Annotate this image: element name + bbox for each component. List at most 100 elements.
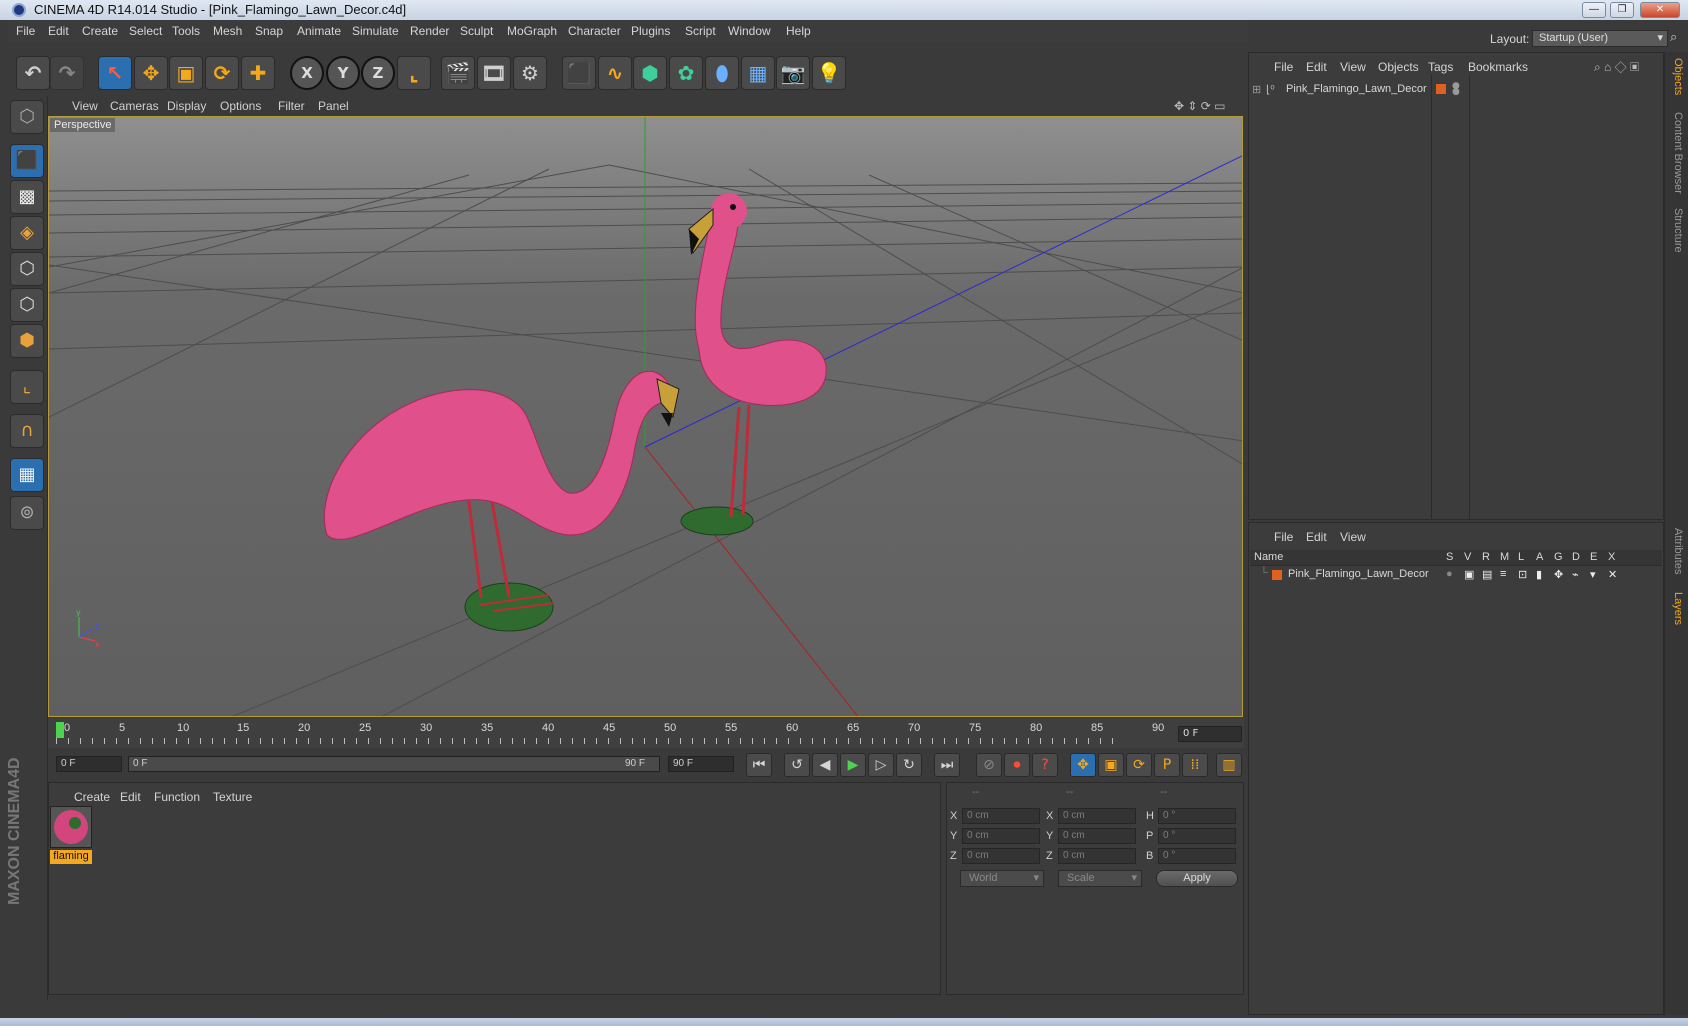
apply-button[interactable]: Apply [1156, 870, 1238, 887]
layout-dropdown[interactable]: Startup (User) ▾ [1532, 30, 1668, 47]
object-menu-tags[interactable]: Tags [1428, 60, 1453, 74]
live-selection-icon[interactable]: ↖ [98, 56, 132, 90]
keyframe-selection-icon[interactable]: ? [1032, 753, 1058, 777]
column-view[interactable]: V [1464, 551, 1471, 563]
make-editable-icon[interactable]: ⬡ [10, 100, 44, 134]
rotate-tool-icon[interactable]: ⟳ [205, 56, 239, 90]
x-axis-lock-icon[interactable]: X [290, 56, 324, 90]
menu-simulate[interactable]: Simulate [352, 24, 399, 38]
render-view-icon[interactable]: 🎬 [441, 56, 475, 90]
column-locked[interactable]: L [1518, 551, 1524, 563]
menu-mesh[interactable]: Mesh [213, 24, 242, 38]
object-menu-objects[interactable]: Objects [1378, 60, 1419, 74]
undo-icon[interactable]: ↶ [16, 56, 50, 90]
redo-icon[interactable]: ↷ [50, 56, 84, 90]
column-xref[interactable]: X [1608, 551, 1615, 563]
position-x-field[interactable]: 0 cm [962, 808, 1040, 824]
object-menu-bookmarks[interactable]: Bookmarks [1468, 60, 1528, 74]
size-x-field[interactable]: 0 cm [1058, 808, 1136, 824]
texture-mode-icon[interactable]: ▩ [10, 180, 44, 214]
subdivision-surface-icon[interactable]: ⬢ [633, 56, 667, 90]
column-render[interactable]: R [1482, 551, 1490, 563]
menu-plugins[interactable]: Plugins [631, 24, 670, 38]
menu-sculpt[interactable]: Sculpt [460, 24, 493, 38]
deformer-toggle-icon[interactable]: ⌁ [1572, 568, 1579, 581]
go-to-start-icon[interactable]: ⏮ [746, 753, 772, 777]
playhead[interactable] [56, 722, 64, 738]
material-menu-function[interactable]: Function [154, 790, 200, 804]
material-menu-edit[interactable]: Edit [120, 790, 141, 804]
viewport-menu-view[interactable]: View [72, 99, 98, 113]
search-icon[interactable]: ⌕ [1670, 30, 1677, 45]
floor-object-icon[interactable]: ▦ [741, 56, 775, 90]
viewport-menu-filter[interactable]: Filter [278, 99, 305, 113]
side-tab-objects[interactable]: Objects [1672, 58, 1684, 95]
array-generator-icon[interactable]: ✿ [669, 56, 703, 90]
polygons-mode-icon[interactable]: ⬢ [10, 324, 44, 358]
menu-edit[interactable]: Edit [48, 24, 69, 38]
menu-mograph[interactable]: MoGraph [507, 24, 557, 38]
restore-button[interactable]: ❐ [1610, 2, 1634, 18]
layer-menu-edit[interactable]: Edit [1306, 530, 1327, 544]
next-frame-icon[interactable]: ▷ [868, 753, 894, 777]
side-tab-structure[interactable]: Structure [1672, 208, 1684, 253]
layer-color-swatch[interactable] [1272, 570, 1282, 580]
menu-select[interactable]: Select [129, 24, 162, 38]
object-row[interactable]: ⊞ ⌊⁰ Pink_Flamingo_Lawn_Decor [1252, 82, 1428, 98]
menu-character[interactable]: Character [568, 24, 621, 38]
menu-file[interactable]: File [16, 24, 35, 38]
minimize-button[interactable]: — [1582, 2, 1606, 18]
material-name[interactable]: flaming [50, 850, 92, 864]
size-z-field[interactable]: 0 cm [1058, 848, 1136, 864]
menu-window[interactable]: Window [728, 24, 771, 38]
object-menu-file[interactable]: File [1274, 60, 1293, 74]
menu-tools[interactable]: Tools [172, 24, 200, 38]
model-mode-icon[interactable]: ⬛ [10, 144, 44, 178]
axis-mode-icon[interactable]: ⌞ [10, 370, 44, 404]
record-parameter-icon[interactable]: P [1154, 753, 1180, 777]
render-settings-icon[interactable]: ⚙ [513, 56, 547, 90]
menu-animate[interactable]: Animate [297, 24, 341, 38]
workplane-lock-icon[interactable]: ▦ [10, 458, 44, 492]
next-key-icon[interactable]: ↻ [896, 753, 922, 777]
light-object-icon[interactable]: 💡 [812, 56, 846, 90]
move-tool-icon[interactable]: ✥ [134, 56, 168, 90]
column-name[interactable]: Name [1254, 551, 1283, 563]
timeline-window-icon[interactable]: ▥ [1216, 753, 1242, 777]
render-picture-viewer-icon[interactable]: 🎞 [477, 56, 511, 90]
scale-tool-icon[interactable]: ▣ [169, 56, 203, 90]
edges-mode-icon[interactable]: ⬡ [10, 288, 44, 322]
column-solo[interactable]: S [1446, 551, 1453, 563]
record-point-level-icon[interactable]: ⁞⁞ [1182, 753, 1208, 777]
coordinate-system-icon[interactable]: ⌞ [397, 56, 431, 90]
position-y-field[interactable]: 0 cm [962, 828, 1040, 844]
menu-create[interactable]: Create [82, 24, 118, 38]
size-mode-dropdown[interactable]: Scale ▾ [1058, 870, 1142, 887]
record-position-icon[interactable]: ✥ [1070, 753, 1096, 777]
layer-menu-file[interactable]: File [1274, 530, 1293, 544]
camera-object-icon[interactable]: 📷 [776, 56, 810, 90]
record-rotation-icon[interactable]: ⟳ [1126, 753, 1152, 777]
viewport-menu-cameras[interactable]: Cameras [110, 99, 159, 113]
column-expressions[interactable]: E [1590, 551, 1597, 563]
lock-toggle-icon[interactable]: ⊡ [1518, 568, 1527, 581]
perspective-viewport[interactable]: y z x [48, 116, 1243, 717]
generator-toggle-icon[interactable]: ✥ [1554, 568, 1563, 581]
material-menu-create[interactable]: Create [74, 790, 110, 804]
material-menu-texture[interactable]: Texture [213, 790, 252, 804]
record-scale-icon[interactable]: ▣ [1098, 753, 1124, 777]
deformer-icon[interactable]: ⬮ [705, 56, 739, 90]
y-axis-lock-icon[interactable]: Y [326, 56, 360, 90]
workplane-mode-icon[interactable]: ◈ [10, 216, 44, 250]
menu-snap[interactable]: Snap [255, 24, 283, 38]
viewport-menu-display[interactable]: Display [167, 99, 206, 113]
current-frame-field[interactable]: 0 F [1178, 726, 1242, 742]
viewport-navigation-icons[interactable]: ✥ ⇕ ⟳ ▭ [1174, 99, 1226, 113]
menu-script[interactable]: Script [685, 24, 716, 38]
column-animation[interactable]: A [1536, 551, 1543, 563]
object-menu-edit[interactable]: Edit [1306, 60, 1327, 74]
manager-toggle-icon[interactable]: ≡ [1500, 568, 1506, 580]
layer-row[interactable]: └ Pink_Flamingo_Lawn_Decor ● ▣ ▤ ≡ ⊡ ▮ ✥… [1250, 567, 1662, 583]
column-manager[interactable]: M [1500, 551, 1509, 563]
last-tool-icon[interactable]: ✚ [241, 56, 275, 90]
